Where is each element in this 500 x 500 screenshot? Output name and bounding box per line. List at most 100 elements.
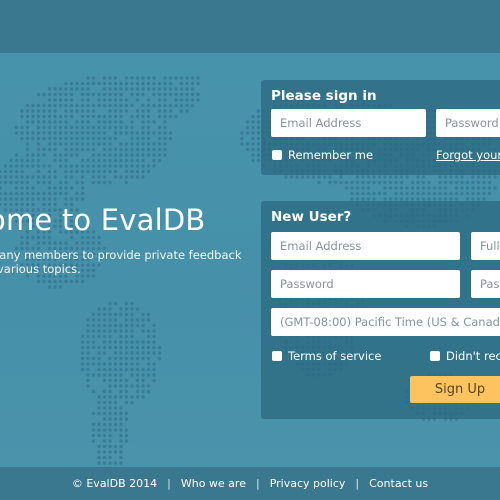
map-dot xyxy=(141,81,145,86)
footer-separator: | xyxy=(255,477,260,490)
terms-label: Terms of service xyxy=(288,349,382,363)
timezone-select[interactable]: (GMT-08:00) Pacific Time (US & Canada) xyxy=(271,308,500,336)
map-dot xyxy=(454,175,459,179)
map-dot xyxy=(42,147,46,152)
map-dot xyxy=(311,175,316,179)
map-dot xyxy=(240,142,244,146)
map-dot xyxy=(47,169,52,174)
map-dot xyxy=(69,114,74,119)
didnt-receive-label: Didn't rece xyxy=(446,349,500,363)
signin-email-input[interactable]: Email Address xyxy=(271,109,426,137)
map-dot xyxy=(64,241,68,245)
map-dot xyxy=(86,158,90,163)
map-dot xyxy=(135,142,140,146)
checkbox-box[interactable] xyxy=(272,351,282,361)
map-dot xyxy=(69,125,74,130)
map-dot xyxy=(47,279,52,284)
map-dot xyxy=(20,169,24,174)
map-dot xyxy=(20,109,24,113)
footer-link-who-we-are[interactable]: Who we are xyxy=(181,477,246,490)
map-dot xyxy=(465,191,470,196)
map-dot xyxy=(91,131,96,135)
map-dot xyxy=(141,312,145,317)
map-dot xyxy=(146,142,151,146)
map-dot xyxy=(130,142,134,146)
map-dot xyxy=(42,164,46,168)
map-dot xyxy=(146,164,151,168)
map-dot xyxy=(97,318,101,322)
signup-fullname-input[interactable]: Full xyxy=(471,232,500,260)
map-dot xyxy=(119,334,123,339)
map-dot xyxy=(42,131,46,135)
map-dot xyxy=(9,180,13,185)
map-dot xyxy=(157,351,162,355)
footer-copyright: © EvalDB 2014 xyxy=(71,477,158,490)
map-dot xyxy=(102,334,107,339)
footer-link-privacy-policy[interactable]: Privacy policy xyxy=(270,477,346,490)
map-dot xyxy=(124,164,129,168)
map-dot xyxy=(102,340,107,344)
sign-up-button[interactable]: Sign Up xyxy=(410,376,500,403)
map-dot xyxy=(355,191,360,196)
remember-me-checkbox[interactable]: Remember me xyxy=(272,148,373,162)
map-dot xyxy=(361,186,365,190)
map-dot xyxy=(80,175,85,179)
map-dot xyxy=(163,92,167,97)
map-dot xyxy=(97,450,101,454)
map-dot xyxy=(163,76,167,80)
map-dot xyxy=(322,175,327,179)
map-dot xyxy=(97,428,101,432)
map-dot xyxy=(31,120,35,124)
signup-email-input[interactable]: Email Address xyxy=(271,232,460,260)
map-dot xyxy=(9,175,13,179)
map-dot xyxy=(108,406,112,410)
map-dot xyxy=(113,367,118,372)
signin-password-input[interactable]: Password xyxy=(436,109,500,137)
map-dot xyxy=(97,345,101,350)
map-dot xyxy=(344,180,349,185)
map-dot xyxy=(476,191,481,196)
map-dot xyxy=(102,433,107,438)
map-dot xyxy=(108,367,112,372)
map-dot xyxy=(113,175,118,179)
terms-checkbox[interactable]: Terms of service xyxy=(272,349,381,363)
map-dot xyxy=(108,164,112,168)
map-dot xyxy=(146,312,151,317)
map-dot xyxy=(36,191,41,196)
map-dot xyxy=(102,164,107,168)
map-dot xyxy=(36,158,41,163)
map-dot xyxy=(383,191,387,196)
map-dot xyxy=(102,351,107,355)
signup-password-input[interactable]: Password xyxy=(271,270,460,298)
map-dot xyxy=(97,362,101,366)
map-dot xyxy=(119,98,123,102)
map-dot xyxy=(64,158,68,163)
map-dot xyxy=(75,131,79,135)
map-dot xyxy=(141,114,145,119)
map-dot xyxy=(25,142,30,146)
map-dot xyxy=(421,186,426,190)
map-dot xyxy=(113,164,118,168)
checkbox-box[interactable] xyxy=(430,351,440,361)
sign-in-panel: Please sign in Email Address Password Re… xyxy=(261,80,500,175)
map-dot xyxy=(80,186,85,190)
map-dot xyxy=(64,125,68,130)
map-dot xyxy=(295,175,299,179)
map-dot xyxy=(91,318,96,322)
map-dot xyxy=(190,81,195,86)
didnt-receive-checkbox[interactable]: Didn't rece xyxy=(430,349,500,363)
footer-link-contact-us[interactable]: Contact us xyxy=(369,477,428,490)
forgot-password-link[interactable]: Forgot your xyxy=(436,148,500,162)
map-dot xyxy=(64,92,68,97)
map-dot xyxy=(75,120,79,124)
signup-password-confirm-input[interactable]: Pass xyxy=(471,270,500,298)
map-dot xyxy=(69,147,74,152)
map-dot xyxy=(108,384,112,388)
map-dot xyxy=(86,98,90,102)
map-dot xyxy=(108,439,112,443)
checkbox-box[interactable] xyxy=(272,150,282,160)
map-dot xyxy=(487,175,492,179)
map-dot xyxy=(113,87,118,91)
map-dot xyxy=(80,87,85,91)
map-dot xyxy=(416,186,420,190)
